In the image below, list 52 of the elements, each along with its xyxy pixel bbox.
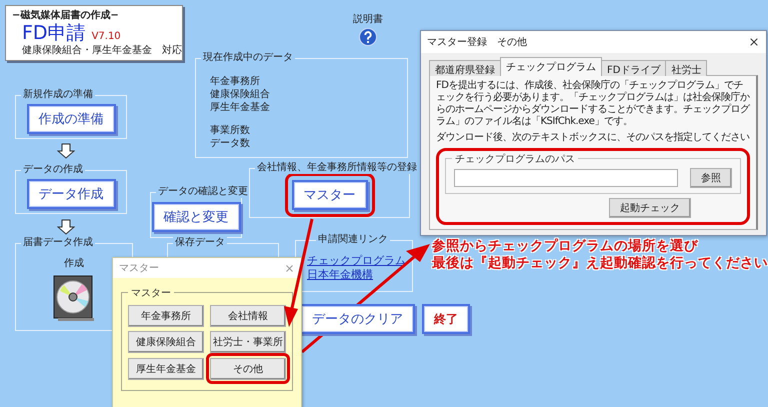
group-label: 新規作成の準備 [21,89,95,101]
master-button[interactable]: 厚生年金基金 [128,358,204,380]
down-arrow-icon [57,143,75,159]
group-label: データの確認と変更 [156,186,250,198]
group-label: 保存データ [173,237,227,249]
master-button[interactable]: その他 [210,358,286,380]
description-text: FDを提出するには、作成後、社会保険庁の「チェックプログラム」でチェックを行う必要があります。「チェックプログラムは」は社会保険庁からのホームページからダウンロードすることができます。チェックプログラム」のファイル名は「KSIfChk.exe」です。 [436,80,750,128]
master-button[interactable]: 社労士・事業所 [210,331,286,353]
check-button[interactable]: 起動チェック [609,198,691,218]
data-label: 年金事務所 [210,75,261,88]
tab[interactable]: 都道府県登録 [429,60,501,76]
tab[interactable]: 社労士 [665,60,708,76]
group-label: 現在作成中のデータ [201,52,295,64]
tab[interactable]: FDドライブ [601,60,666,76]
dialog-title: マスター登録 その他 [427,36,527,49]
group-label: 申請関連リンク [316,234,390,246]
action-button[interactable]: 作成の準備 [26,104,116,134]
data-label: 健康保険組合 [210,88,270,101]
browse-button[interactable]: 参照 [690,168,732,188]
group-label: 会社情報、年金事務所情報等の登録 [255,162,419,174]
action-button[interactable]: マスター [292,180,368,210]
exit-button[interactable]: 終了 [422,304,470,334]
count-label: データ数 [210,137,251,150]
group-label: 届書データ作成 [21,237,95,249]
action-button[interactable]: データ作成 [26,179,116,209]
support-note: 健康保険組合・厚生年金基金 対応 [22,44,182,58]
annotation-text: 最後は『起動チェック』え起動確認を行ってください [432,255,768,272]
web-link[interactable]: 日本年金機構 [307,268,406,282]
action-button[interactable]: 確認と変更 [152,202,240,232]
group-label: データの作成 [21,164,85,176]
instruction-text: ダウンロード後、次のテキストボックスに、そのパスを指定してください [436,132,750,144]
version-label: V7.10 [92,31,121,42]
tab[interactable]: チェックプログラム [500,57,602,76]
path-input[interactable] [454,169,678,187]
close-icon[interactable] [748,36,760,48]
master-button[interactable]: 健康保険組合 [128,331,204,353]
help-icon[interactable] [359,28,377,46]
subtitle: −磁気媒体届書の作成− [12,8,120,22]
master-button[interactable]: 年金事務所 [128,305,204,327]
create-label: 作成 [64,256,84,270]
count-label: 事業所数 [210,124,251,137]
dialog-title: マスター [119,262,159,275]
cd-drawing[interactable] [52,274,96,322]
master-button[interactable]: 会社情報 [210,305,286,327]
data-label: 厚生年金基金 [210,101,270,114]
group-label: チェックプログラムのパス [452,152,578,166]
group-label: マスター [128,286,174,300]
clear-button[interactable]: データのクリア [300,304,415,334]
manual-label: 説明書 [353,12,383,26]
app-title: FD申請 [22,22,86,44]
annotation-text: 参照からチェックプログラムの場所を選び [432,238,699,255]
down-arrow-icon [57,219,75,235]
